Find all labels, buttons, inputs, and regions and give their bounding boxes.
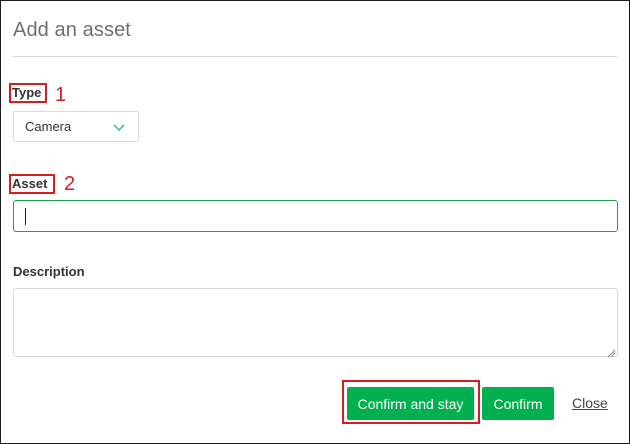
type-annotation-number: 1: [55, 84, 67, 106]
asset-input[interactable]: [13, 200, 618, 232]
dialog-title: Add an asset: [13, 19, 131, 41]
asset-label: Asset: [12, 176, 48, 191]
text-caret: [25, 208, 26, 225]
add-asset-dialog: Add an asset Type 1 Camera Asset 2 Descr…: [0, 0, 630, 444]
confirm-button[interactable]: Confirm: [482, 387, 554, 420]
description-textarea[interactable]: [13, 288, 618, 358]
type-select[interactable]: Camera: [13, 111, 139, 142]
type-select-value: Camera: [25, 119, 72, 134]
description-label: Description: [13, 264, 85, 279]
type-label: Type: [12, 85, 42, 100]
confirm-and-stay-button[interactable]: Confirm and stay: [347, 387, 474, 420]
close-link[interactable]: Close: [572, 395, 608, 411]
chevron-down-icon: [112, 120, 126, 134]
asset-annotation-number: 2: [64, 173, 76, 195]
title-divider: [13, 56, 617, 57]
resize-grip-icon[interactable]: [606, 345, 616, 358]
